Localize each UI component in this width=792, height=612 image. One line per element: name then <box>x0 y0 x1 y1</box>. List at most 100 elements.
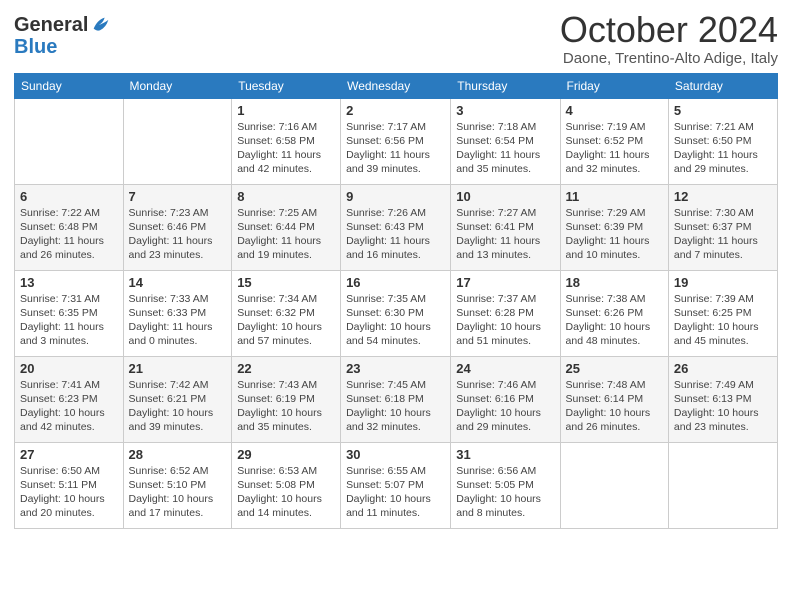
calendar-cell: 11 Sunrise: 7:29 AM Sunset: 6:39 PM Dayli… <box>560 184 668 270</box>
day-number: 1 <box>237 103 335 118</box>
calendar-cell <box>668 442 777 528</box>
calendar-cell: 10 Sunrise: 7:27 AM Sunset: 6:41 PM Dayli… <box>451 184 560 270</box>
day-info: Sunrise: 7:41 AM Sunset: 6:23 PM Dayligh… <box>20 378 118 435</box>
day-number: 26 <box>674 361 772 376</box>
calendar-week-5: 27 Sunrise: 6:50 AM Sunset: 5:11 PM Dayli… <box>15 442 778 528</box>
calendar-cell: 17 Sunrise: 7:37 AM Sunset: 6:28 PM Dayli… <box>451 270 560 356</box>
day-info: Sunrise: 7:39 AM Sunset: 6:25 PM Dayligh… <box>674 292 772 349</box>
day-info: Sunrise: 7:26 AM Sunset: 6:43 PM Dayligh… <box>346 206 445 263</box>
day-number: 11 <box>566 189 663 204</box>
day-number: 27 <box>20 447 118 462</box>
calendar-cell: 25Sunrise: 7:48 AM Sunset: 6:14 PM Dayli… <box>560 356 668 442</box>
day-number: 8 <box>237 189 335 204</box>
day-info: Sunrise: 6:55 AM Sunset: 5:07 PM Dayligh… <box>346 464 445 521</box>
calendar-week-1: 1 Sunrise: 7:16 AM Sunset: 6:58 PM Daylig… <box>15 98 778 184</box>
day-info: Sunrise: 6:53 AM Sunset: 5:08 PM Dayligh… <box>237 464 335 521</box>
day-number: 2 <box>346 103 445 118</box>
day-info: Sunrise: 6:56 AM Sunset: 5:05 PM Dayligh… <box>456 464 554 521</box>
day-info: Sunrise: 7:45 AM Sunset: 6:18 PM Dayligh… <box>346 378 445 435</box>
day-info: Sunrise: 7:16 AM Sunset: 6:58 PM Dayligh… <box>237 120 335 177</box>
day-info: Sunrise: 7:35 AM Sunset: 6:30 PM Dayligh… <box>346 292 445 349</box>
day-info: Sunrise: 7:43 AM Sunset: 6:19 PM Dayligh… <box>237 378 335 435</box>
calendar-cell: 18Sunrise: 7:38 AM Sunset: 6:26 PM Dayli… <box>560 270 668 356</box>
day-info: Sunrise: 6:50 AM Sunset: 5:11 PM Dayligh… <box>20 464 118 521</box>
calendar-cell: 14 Sunrise: 7:33 AM Sunset: 6:33 PM Dayli… <box>123 270 232 356</box>
calendar-cell: 31 Sunrise: 6:56 AM Sunset: 5:05 PM Dayli… <box>451 442 560 528</box>
day-info: Sunrise: 7:27 AM Sunset: 6:41 PM Dayligh… <box>456 206 554 263</box>
day-number: 24 <box>456 361 554 376</box>
calendar-cell: 24 Sunrise: 7:46 AM Sunset: 6:16 PM Dayli… <box>451 356 560 442</box>
day-info: Sunrise: 7:19 AM Sunset: 6:52 PM Dayligh… <box>566 120 663 177</box>
calendar-cell: 9 Sunrise: 7:26 AM Sunset: 6:43 PM Daylig… <box>341 184 451 270</box>
day-number: 30 <box>346 447 445 462</box>
calendar-cell: 27 Sunrise: 6:50 AM Sunset: 5:11 PM Dayli… <box>15 442 124 528</box>
day-number: 22 <box>237 361 335 376</box>
day-number: 20 <box>20 361 118 376</box>
title-block: October 2024 Daone, Trentino-Alto Adige,… <box>560 10 778 67</box>
weekday-header-wednesday: Wednesday <box>341 73 451 98</box>
day-number: 5 <box>674 103 772 118</box>
calendar-cell: 3Sunrise: 7:18 AM Sunset: 6:54 PM Daylig… <box>451 98 560 184</box>
calendar-cell: 16 Sunrise: 7:35 AM Sunset: 6:30 PM Dayli… <box>341 270 451 356</box>
weekday-header-monday: Monday <box>123 73 232 98</box>
calendar-cell <box>123 98 232 184</box>
calendar-week-3: 13 Sunrise: 7:31 AM Sunset: 6:35 PM Dayli… <box>15 270 778 356</box>
logo-bird-icon <box>90 14 112 36</box>
calendar-cell: 8Sunrise: 7:25 AM Sunset: 6:44 PM Daylig… <box>232 184 341 270</box>
weekday-header-thursday: Thursday <box>451 73 560 98</box>
day-info: Sunrise: 7:46 AM Sunset: 6:16 PM Dayligh… <box>456 378 554 435</box>
calendar-cell: 30 Sunrise: 6:55 AM Sunset: 5:07 PM Dayli… <box>341 442 451 528</box>
day-number: 15 <box>237 275 335 290</box>
calendar-cell: 1 Sunrise: 7:16 AM Sunset: 6:58 PM Daylig… <box>232 98 341 184</box>
calendar-cell <box>560 442 668 528</box>
day-number: 16 <box>346 275 445 290</box>
day-info: Sunrise: 7:23 AM Sunset: 6:46 PM Dayligh… <box>129 206 227 263</box>
day-number: 31 <box>456 447 554 462</box>
day-info: Sunrise: 7:31 AM Sunset: 6:35 PM Dayligh… <box>20 292 118 349</box>
day-info: Sunrise: 7:21 AM Sunset: 6:50 PM Dayligh… <box>674 120 772 177</box>
day-number: 12 <box>674 189 772 204</box>
calendar-cell: 13 Sunrise: 7:31 AM Sunset: 6:35 PM Dayli… <box>15 270 124 356</box>
day-number: 9 <box>346 189 445 204</box>
calendar-cell: 26Sunrise: 7:49 AM Sunset: 6:13 PM Dayli… <box>668 356 777 442</box>
day-info: Sunrise: 7:17 AM Sunset: 6:56 PM Dayligh… <box>346 120 445 177</box>
day-info: Sunrise: 7:22 AM Sunset: 6:48 PM Dayligh… <box>20 206 118 263</box>
weekday-header-row: SundayMondayTuesdayWednesdayThursdayFrid… <box>15 73 778 98</box>
day-number: 10 <box>456 189 554 204</box>
day-number: 23 <box>346 361 445 376</box>
day-number: 14 <box>129 275 227 290</box>
day-info: Sunrise: 7:30 AM Sunset: 6:37 PM Dayligh… <box>674 206 772 263</box>
calendar-cell: 19Sunrise: 7:39 AM Sunset: 6:25 PM Dayli… <box>668 270 777 356</box>
day-info: Sunrise: 7:29 AM Sunset: 6:39 PM Dayligh… <box>566 206 663 263</box>
page: General Blue October 2024 Daone, Trentin… <box>0 0 792 539</box>
weekday-header-sunday: Sunday <box>15 73 124 98</box>
weekday-header-friday: Friday <box>560 73 668 98</box>
day-info: Sunrise: 7:37 AM Sunset: 6:28 PM Dayligh… <box>456 292 554 349</box>
calendar-cell: 7Sunrise: 7:23 AM Sunset: 6:46 PM Daylig… <box>123 184 232 270</box>
calendar-cell: 29Sunrise: 6:53 AM Sunset: 5:08 PM Dayli… <box>232 442 341 528</box>
weekday-header-saturday: Saturday <box>668 73 777 98</box>
calendar-cell <box>15 98 124 184</box>
day-number: 21 <box>129 361 227 376</box>
day-number: 3 <box>456 103 554 118</box>
day-info: Sunrise: 6:52 AM Sunset: 5:10 PM Dayligh… <box>129 464 227 521</box>
calendar-cell: 22 Sunrise: 7:43 AM Sunset: 6:19 PM Dayli… <box>232 356 341 442</box>
calendar-cell: 21 Sunrise: 7:42 AM Sunset: 6:21 PM Dayli… <box>123 356 232 442</box>
day-info: Sunrise: 7:42 AM Sunset: 6:21 PM Dayligh… <box>129 378 227 435</box>
day-number: 25 <box>566 361 663 376</box>
calendar-cell: 15Sunrise: 7:34 AM Sunset: 6:32 PM Dayli… <box>232 270 341 356</box>
day-number: 13 <box>20 275 118 290</box>
calendar-week-2: 6 Sunrise: 7:22 AM Sunset: 6:48 PM Daylig… <box>15 184 778 270</box>
calendar-cell: 28Sunrise: 6:52 AM Sunset: 5:10 PM Dayli… <box>123 442 232 528</box>
day-info: Sunrise: 7:33 AM Sunset: 6:33 PM Dayligh… <box>129 292 227 349</box>
logo-blue: Blue <box>14 36 57 58</box>
calendar-cell: 4Sunrise: 7:19 AM Sunset: 6:52 PM Daylig… <box>560 98 668 184</box>
day-number: 6 <box>20 189 118 204</box>
calendar-cell: 5 Sunrise: 7:21 AM Sunset: 6:50 PM Daylig… <box>668 98 777 184</box>
weekday-header-tuesday: Tuesday <box>232 73 341 98</box>
calendar-table: SundayMondayTuesdayWednesdayThursdayFrid… <box>14 73 778 529</box>
calendar-cell: 6 Sunrise: 7:22 AM Sunset: 6:48 PM Daylig… <box>15 184 124 270</box>
day-number: 17 <box>456 275 554 290</box>
calendar-cell: 20 Sunrise: 7:41 AM Sunset: 6:23 PM Dayli… <box>15 356 124 442</box>
header: General Blue October 2024 Daone, Trentin… <box>14 10 778 67</box>
